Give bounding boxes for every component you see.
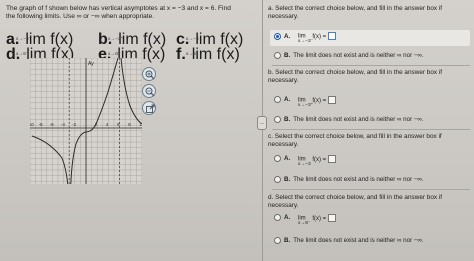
- limit-subscript: x→6⁻: [16, 52, 29, 57]
- limit-f: f. lim f(x) x→6: [176, 46, 240, 64]
- option-text: The limit does not exist and is neither …: [293, 176, 424, 184]
- limit-subscript: x→−3: [186, 37, 199, 42]
- option-text: The limit does not exist and is neither …: [293, 116, 424, 124]
- pane-resize-handle[interactable]: ‥: [257, 116, 267, 130]
- x-tick-label: -6: [50, 122, 54, 127]
- option-text: The limit does not exist and is neither …: [293, 52, 424, 60]
- x-tick-label: -8: [39, 122, 43, 127]
- lim-subscript: x→−3⁺: [298, 103, 314, 108]
- section-a-answer-box[interactable]: [328, 32, 337, 40]
- open-in-new-window-button[interactable]: [142, 101, 156, 115]
- radio-button[interactable]: [274, 176, 281, 183]
- section-a-instruction-2: necessary.: [268, 12, 299, 20]
- section-b-instruction-2: necessary.: [268, 76, 299, 84]
- zoom-in-icon: [145, 70, 155, 80]
- option-letter: A.: [284, 96, 291, 104]
- radio-button[interactable]: [274, 237, 281, 244]
- section-d-instruction: d. Select the correct choice below, and …: [268, 194, 443, 201]
- option-letter: B.: [284, 176, 291, 184]
- fx-text: f(x) =: [312, 215, 327, 222]
- section-d: d. Select the correct choice below, and …: [268, 194, 474, 209]
- section-c-option-a[interactable]: A.: [274, 155, 293, 162]
- section-b-option-b[interactable]: B. The limit does not exist and is neithe…: [274, 116, 424, 123]
- x-tick-label: -4: [61, 122, 65, 127]
- section-c-instruction-2: necessary.: [268, 140, 299, 148]
- x-tick-label: 10: [140, 122, 143, 127]
- homework-page: The graph of f shown below has vertical …: [0, 0, 474, 261]
- radio-button-selected[interactable]: [274, 33, 281, 40]
- section-b-limit-expression: lim f(x) = x→−3⁺: [298, 96, 337, 108]
- answer-pane: a. Select the correct choice below, and …: [268, 0, 474, 261]
- limit-label: f.: [176, 46, 186, 63]
- section-d-option-a[interactable]: A.: [274, 214, 293, 221]
- y-axis-label: Ay: [88, 61, 94, 67]
- section-c-limit-expression: lim f(x) = x→−3: [298, 155, 337, 167]
- limit-expr: lim f(x): [191, 46, 240, 63]
- fx-text: f(x) =: [312, 33, 327, 40]
- section-b: b. Select the correct choice below, and …: [268, 69, 474, 84]
- section-d-option-b[interactable]: B. The limit does not exist and is neithe…: [274, 237, 424, 244]
- option-letter: A.: [284, 214, 291, 222]
- section-a-instruction: a. Select the correct choice below, and …: [268, 5, 443, 12]
- problem-text-line-2: the following limits. Use ∞ or −∞ when a…: [6, 13, 155, 20]
- section-b-option-a[interactable]: A.: [274, 96, 293, 103]
- limit-subscript: x→6: [186, 52, 196, 57]
- fx-text: f(x) =: [312, 156, 327, 163]
- option-letter: B.: [284, 237, 291, 245]
- section-a: a. Select the correct choice below, and …: [268, 5, 474, 20]
- radio-button[interactable]: [274, 214, 281, 221]
- section-d-answer-box[interactable]: [328, 214, 337, 222]
- limit-subscript: x→6⁺: [108, 52, 121, 57]
- option-letter: A.: [284, 155, 291, 163]
- problem-text-line-1: The graph of f shown below has vertical …: [6, 5, 231, 12]
- section-c-instruction: c. Select the correct choice below, and …: [268, 133, 442, 140]
- section-separator: [272, 65, 470, 66]
- section-a-option-a[interactable]: A.: [274, 33, 293, 40]
- fx-text: f(x) =: [312, 97, 327, 104]
- function-graph: Ay -10-8-6-4-2246810: [30, 58, 142, 184]
- external-link-icon: [146, 104, 155, 113]
- section-separator: [272, 189, 470, 190]
- section-b-answer-box[interactable]: [328, 96, 337, 104]
- section-c-answer-box[interactable]: [328, 155, 337, 163]
- limit-subscript: x→−3⁻: [16, 37, 32, 42]
- section-c-option-b[interactable]: B. The limit does not exist and is neithe…: [274, 176, 424, 183]
- question-pane: The graph of f shown below has vertical …: [0, 0, 262, 261]
- lim-subscript: x→−3⁻: [298, 39, 314, 44]
- zoom-in-button[interactable]: [142, 67, 156, 81]
- limit-subscript: x→−3⁺: [108, 37, 124, 42]
- problem-statement: The graph of f shown below has vertical …: [6, 5, 258, 21]
- option-letter: B.: [284, 116, 291, 124]
- section-c: c. Select the correct choice below, and …: [268, 133, 474, 148]
- radio-button[interactable]: [274, 155, 281, 162]
- zoom-out-button[interactable]: [142, 84, 156, 98]
- section-d-instruction-2: necessary.: [268, 201, 299, 209]
- radio-button[interactable]: [274, 116, 281, 123]
- section-b-instruction: b. Select the correct choice below, and …: [268, 69, 443, 76]
- lim-subscript: x→−3: [298, 162, 311, 167]
- option-text: The limit does not exist and is neither …: [293, 237, 424, 245]
- radio-button[interactable]: [274, 52, 281, 59]
- radio-button[interactable]: [274, 96, 281, 103]
- x-tick-label: -2: [72, 122, 76, 127]
- section-a-option-b[interactable]: B. The limit does not exist and is neithe…: [274, 52, 424, 59]
- section-separator: [272, 129, 470, 130]
- lim-subscript: x→6⁻: [298, 221, 311, 226]
- section-d-limit-expression: lim f(x) = x→6⁻: [298, 214, 337, 226]
- option-letter: B.: [284, 52, 291, 60]
- section-a-limit-expression: lim f(x) = x→−3⁻: [298, 32, 337, 44]
- option-letter: A.: [284, 33, 291, 41]
- pane-divider: [262, 0, 263, 261]
- zoom-out-icon: [145, 87, 155, 97]
